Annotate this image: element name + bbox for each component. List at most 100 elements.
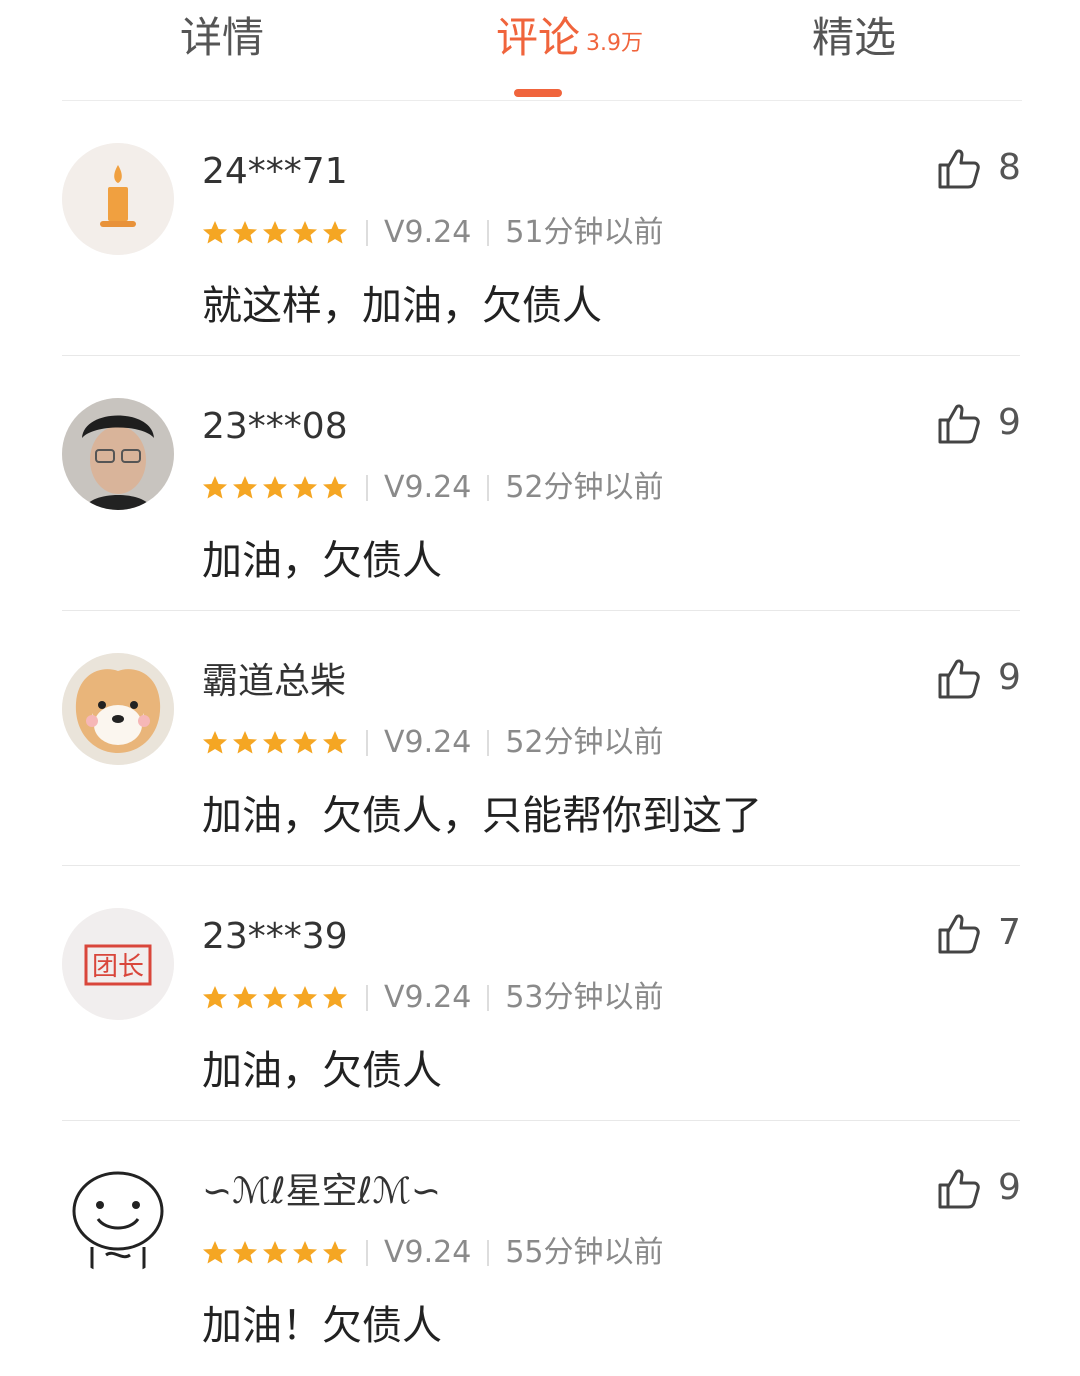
meta-separator <box>366 1240 368 1266</box>
meta-separator <box>366 985 368 1011</box>
username[interactable]: 23***39 <box>202 912 348 962</box>
username[interactable]: 霸道总柴 <box>202 657 346 707</box>
star-icon <box>230 1238 260 1268</box>
username[interactable]: ∽ℳℓ星空ℓℳ∽ <box>202 1167 441 1217</box>
stamp-text: 团长 <box>92 952 144 982</box>
star-icon <box>290 218 320 248</box>
star-icon <box>260 473 290 503</box>
star-icon <box>230 218 260 248</box>
tab-comments[interactable]: 评论 3.9万 <box>496 8 643 68</box>
star-icon <box>260 728 290 758</box>
like-button[interactable]: 9 <box>936 1163 1021 1213</box>
star-icon <box>260 983 290 1013</box>
thumbs-up-icon <box>936 145 982 191</box>
star-icon <box>230 728 260 758</box>
like-button[interactable]: 9 <box>936 653 1021 703</box>
meta-separator <box>487 985 490 1011</box>
like-count: 9 <box>998 657 1021 698</box>
star-icon <box>260 218 290 248</box>
comment-text: 加油，欠债人 <box>202 1048 442 1094</box>
smiley-face <box>62 1163 174 1275</box>
meta-separator <box>487 730 490 756</box>
comment-item: 24***71 V9.24 51分钟以前 就这样，加油，欠债人 8 <box>0 101 1080 356</box>
comment-text: 加油！欠债人 <box>202 1303 442 1349</box>
star-icon <box>290 473 320 503</box>
thumbs-up-icon <box>936 1165 982 1211</box>
app-version: V9.24 <box>384 980 472 1015</box>
thumbs-up-icon <box>936 400 982 446</box>
star-icon <box>260 1238 290 1268</box>
user-avatar[interactable] <box>62 398 174 510</box>
active-tab-indicator <box>514 89 562 97</box>
star-icon <box>320 473 350 503</box>
star-icon <box>290 983 320 1013</box>
like-button[interactable]: 7 <box>936 908 1021 958</box>
user-avatar[interactable] <box>62 1163 174 1275</box>
star-icon <box>320 728 350 758</box>
tuanzhang-stamp: 团长 <box>62 908 174 1020</box>
app-version: V9.24 <box>384 215 472 250</box>
tab-featured[interactable]: 精选 <box>812 8 896 68</box>
star-icon <box>200 983 230 1013</box>
star-rating <box>200 728 350 758</box>
like-count: 9 <box>998 402 1021 443</box>
star-icon <box>200 218 230 248</box>
tab-bar: 详情 评论 3.9万 精选 <box>0 0 1080 100</box>
star-icon <box>200 728 230 758</box>
comment-item: 23***08 V9.24 52分钟以前 加油，欠债人 9 <box>0 356 1080 611</box>
star-icon <box>320 983 350 1013</box>
star-icon <box>320 218 350 248</box>
shiba-dog <box>62 653 174 765</box>
star-rating <box>200 983 350 1013</box>
star-icon <box>200 1238 230 1268</box>
star-rating <box>200 473 350 503</box>
comment-meta: V9.24 52分钟以前 <box>200 468 664 508</box>
comment-meta: V9.24 53分钟以前 <box>200 978 664 1018</box>
app-version: V9.24 <box>384 1235 472 1270</box>
user-avatar[interactable]: 团长 <box>62 908 174 1020</box>
star-icon <box>290 1238 320 1268</box>
username[interactable]: 24***71 <box>202 147 348 197</box>
star-icon <box>230 473 260 503</box>
star-icon <box>200 473 230 503</box>
star-icon <box>230 983 260 1013</box>
candle-icon <box>62 143 174 255</box>
like-count: 7 <box>998 912 1021 953</box>
user-avatar[interactable] <box>62 653 174 765</box>
person-photo <box>62 398 174 510</box>
thumbs-up-icon <box>936 910 982 956</box>
tab-details-label: 详情 <box>180 13 265 62</box>
star-icon <box>320 1238 350 1268</box>
app-version: V9.24 <box>384 470 472 505</box>
meta-separator <box>487 220 490 246</box>
star-rating <box>200 218 350 248</box>
comment-count-badge: 3.9万 <box>586 31 644 56</box>
meta-separator <box>487 1240 490 1266</box>
comment-text: 加油，欠债人 <box>202 538 442 584</box>
comment-text: 就这样，加油，欠债人 <box>202 283 602 329</box>
meta-separator <box>487 475 490 501</box>
comment-time: 52分钟以前 <box>505 470 664 505</box>
like-count: 8 <box>998 147 1021 188</box>
app-version: V9.24 <box>384 725 472 760</box>
comment-time: 53分钟以前 <box>505 980 664 1015</box>
like-count: 9 <box>998 1167 1021 1208</box>
like-button[interactable]: 8 <box>936 143 1021 193</box>
comment-meta: V9.24 52分钟以前 <box>200 723 664 763</box>
like-button[interactable]: 9 <box>936 398 1021 448</box>
tab-details[interactable]: 详情 <box>180 8 264 68</box>
user-avatar[interactable] <box>62 143 174 255</box>
comment-time: 51分钟以前 <box>505 215 664 250</box>
comment-text: 加油，欠债人，只能帮你到这了 <box>202 793 762 839</box>
comment-item: 团长 23***39 V9.24 53分钟以前 加油，欠债人 7 <box>0 866 1080 1121</box>
comment-meta: V9.24 55分钟以前 <box>200 1233 664 1273</box>
comment-time: 52分钟以前 <box>505 725 664 760</box>
comment-time: 55分钟以前 <box>505 1235 664 1270</box>
comment-item: 霸道总柴 V9.24 52分钟以前 加油，欠债人，只能帮你到这了 9 <box>0 611 1080 866</box>
meta-separator <box>366 730 368 756</box>
meta-separator <box>366 475 368 501</box>
comment-item: ∽ℳℓ星空ℓℳ∽ V9.24 55分钟以前 加油！欠债人 9 <box>0 1121 1080 1376</box>
tab-featured-label: 精选 <box>812 13 897 62</box>
username[interactable]: 23***08 <box>202 402 348 452</box>
thumbs-up-icon <box>936 655 982 701</box>
